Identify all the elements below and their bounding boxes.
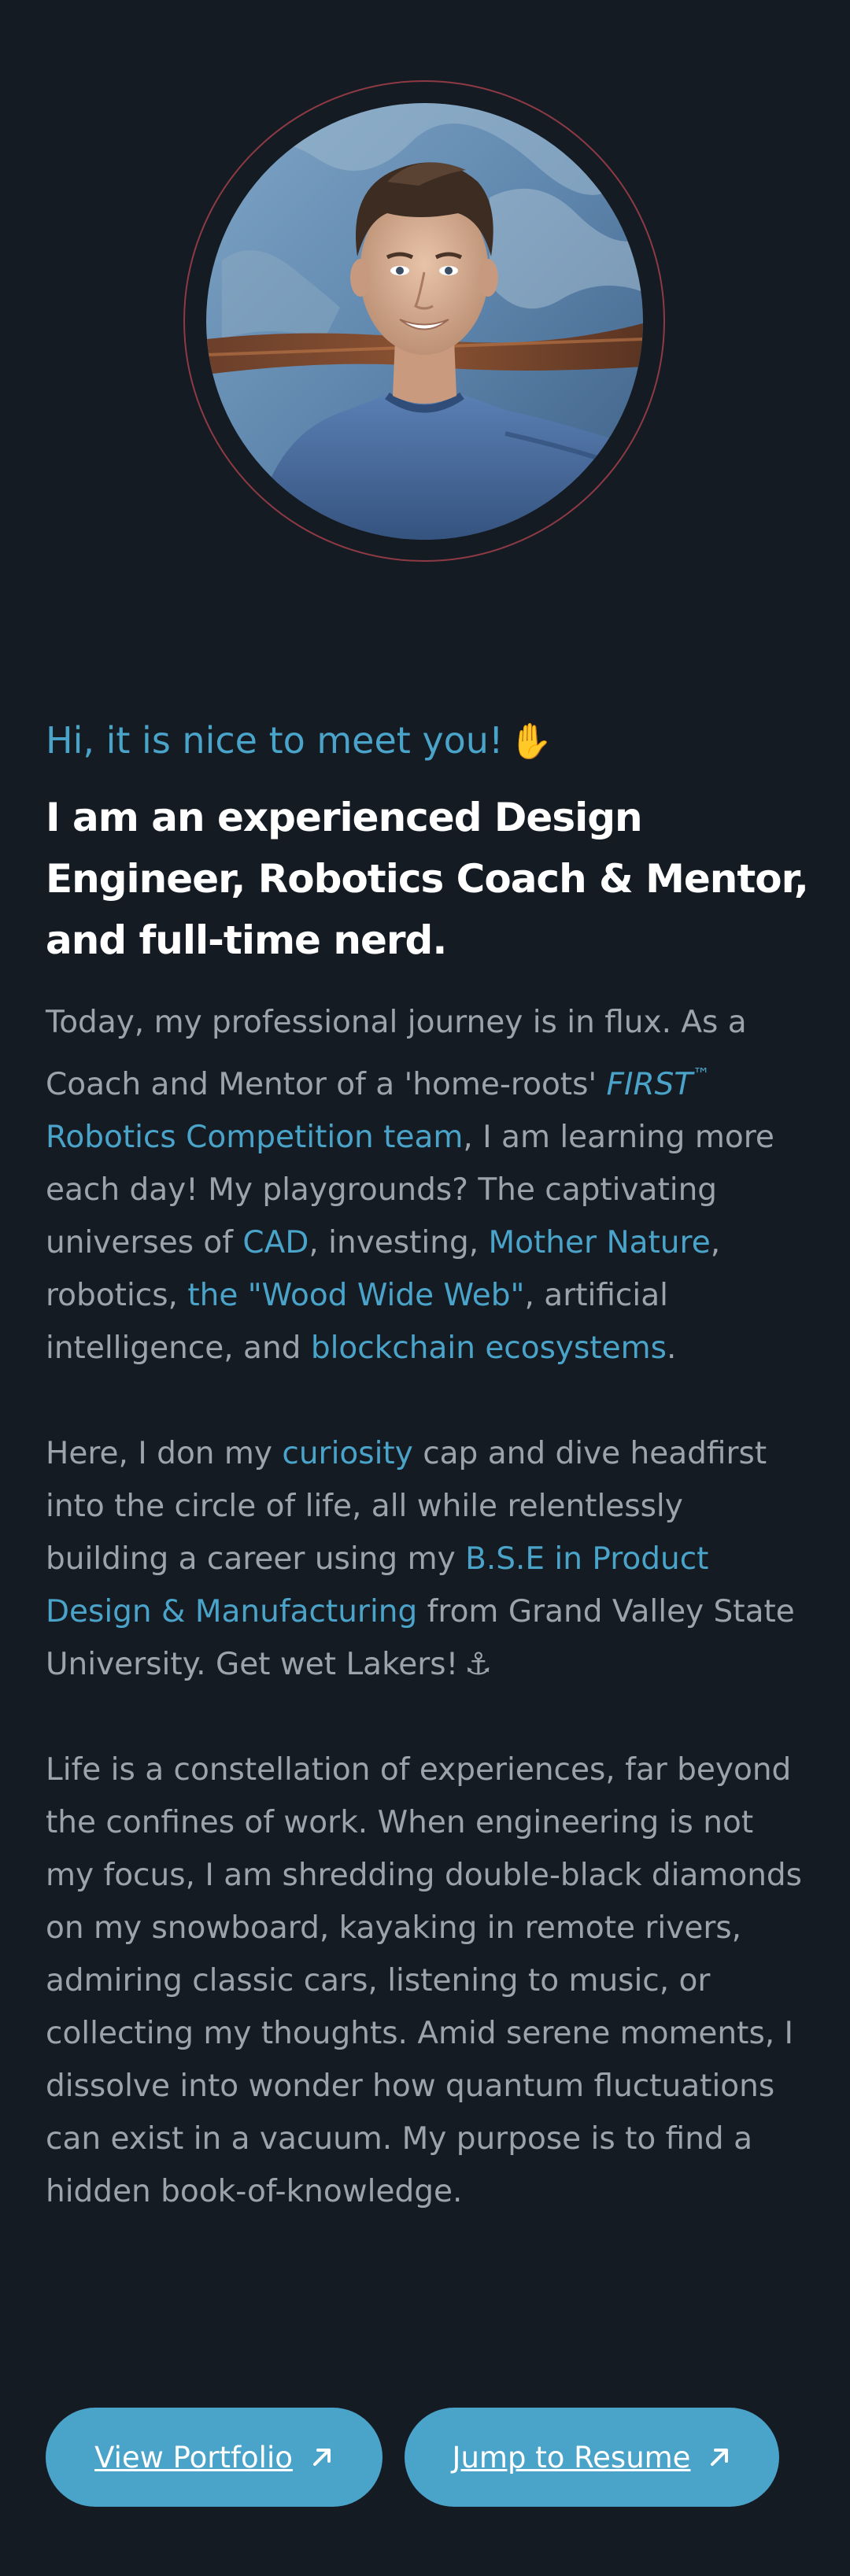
intro-content: Hi, it is nice to meet you! ✋ I am an exp… [46,713,809,2218]
jump-to-resume-button[interactable]: Jump to Resume [405,2408,779,2507]
page: Hi, it is nice to meet you! ✋ I am an exp… [0,0,850,2576]
wood-wide-web-link[interactable]: the "Wood Wide Web" [187,1278,524,1313]
mother-nature-link[interactable]: Mother Nature [489,1225,711,1260]
headline: I am an experienced Design Engineer, Rob… [46,795,809,963]
paragraph-text: Here, I don my [46,1436,283,1471]
arrow-up-right-icon [310,2445,334,2469]
greeting: Hi, it is nice to meet you! ✋ [46,713,809,769]
paragraph-life: Life is a constellation of experiences, … [46,1752,802,2209]
arrow-up-right-icon [708,2445,731,2469]
avatar-photo [206,103,643,540]
waving-hand-icon: ✋ [509,722,553,762]
curiosity-link[interactable]: curiosity [282,1436,412,1471]
cta-buttons: View Portfolio Jump to Resume [46,2408,779,2507]
paragraph-career: Here, I don my curiosity cap and dive he… [46,1427,809,1691]
greeting-text: Hi, it is nice to meet you! [46,719,504,762]
view-portfolio-button[interactable]: View Portfolio [46,2408,382,2507]
avatar [206,103,643,540]
cad-link[interactable]: CAD [242,1225,309,1260]
jump-to-resume-label: Jump to Resume [452,2440,691,2475]
blockchain-link[interactable]: blockchain ecosystems [311,1330,667,1366]
paragraph-text: , investing, [309,1225,489,1260]
paragraph-text: . [666,1330,677,1366]
anchor-icon: ⚓ [464,1647,493,1682]
view-portfolio-label: View Portfolio [94,2440,293,2475]
first-link[interactable]: FIRST [607,1067,693,1102]
robotics-team-link[interactable]: Robotics Competition team [46,1120,463,1155]
trademark-symbol: ™ [693,1065,711,1085]
paragraph-journey: Today, my professional journey is in flu… [46,996,809,1375]
